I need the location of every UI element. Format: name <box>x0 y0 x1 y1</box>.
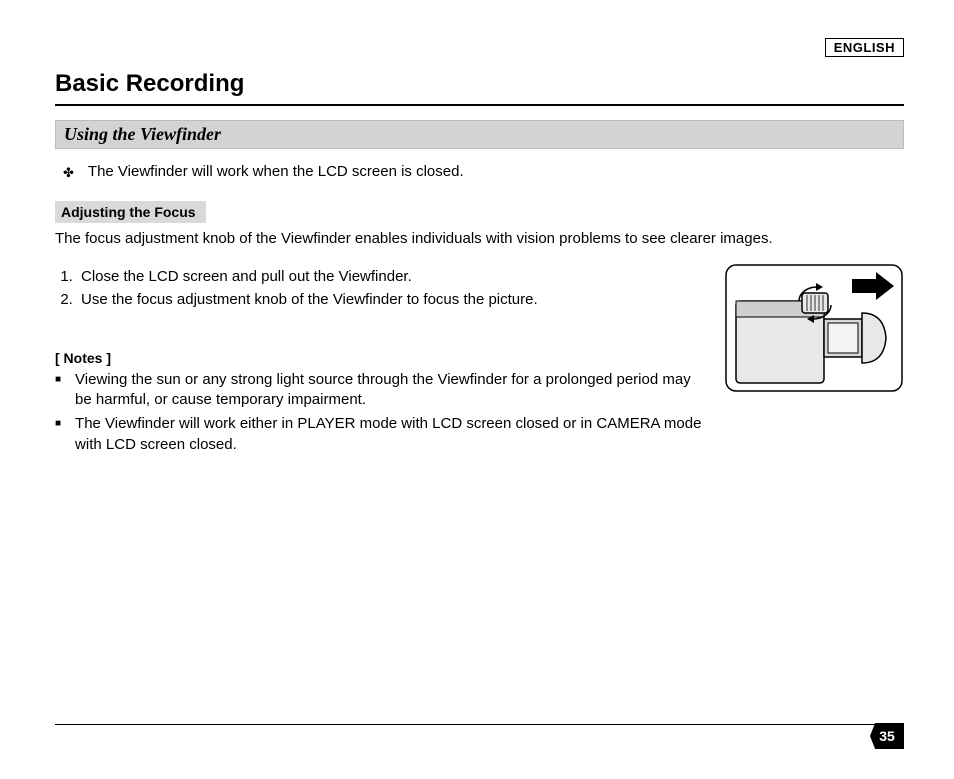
notes-label: [ Notes ] <box>55 350 704 366</box>
viewfinder-illustration <box>724 263 904 393</box>
note-item: ■ The Viewfinder will work either in PLA… <box>55 414 704 455</box>
notes-list: ■ Viewing the sun or any strong light so… <box>55 370 704 455</box>
step-item: Use the focus adjustment knob of the Vie… <box>77 290 704 310</box>
section-heading: Using the Viewfinder <box>55 120 904 149</box>
square-bullet-icon: ■ <box>55 370 61 390</box>
intro-line: ✤ The Viewfinder will work when the LCD … <box>63 163 904 183</box>
note-text: Viewing the sun or any strong light sour… <box>75 370 704 411</box>
title-rule <box>55 104 904 106</box>
note-text: The Viewfinder will work either in PLAYE… <box>75 414 704 455</box>
square-bullet-icon: ■ <box>55 414 61 434</box>
page-number: 35 <box>870 723 904 749</box>
step-item: Close the LCD screen and pull out the Vi… <box>77 267 704 287</box>
language-badge: ENGLISH <box>825 38 904 57</box>
page-title: Basic Recording <box>55 70 904 98</box>
note-item: ■ Viewing the sun or any strong light so… <box>55 370 704 411</box>
intro-text: The Viewfinder will work when the LCD sc… <box>88 163 464 180</box>
diamond-bullet-icon: ✤ <box>63 163 74 183</box>
bottom-rule <box>55 724 904 725</box>
steps-list: Close the LCD screen and pull out the Vi… <box>77 267 704 310</box>
sub-heading: Adjusting the Focus <box>55 201 206 223</box>
focus-description: The focus adjustment knob of the Viewfin… <box>55 229 904 249</box>
